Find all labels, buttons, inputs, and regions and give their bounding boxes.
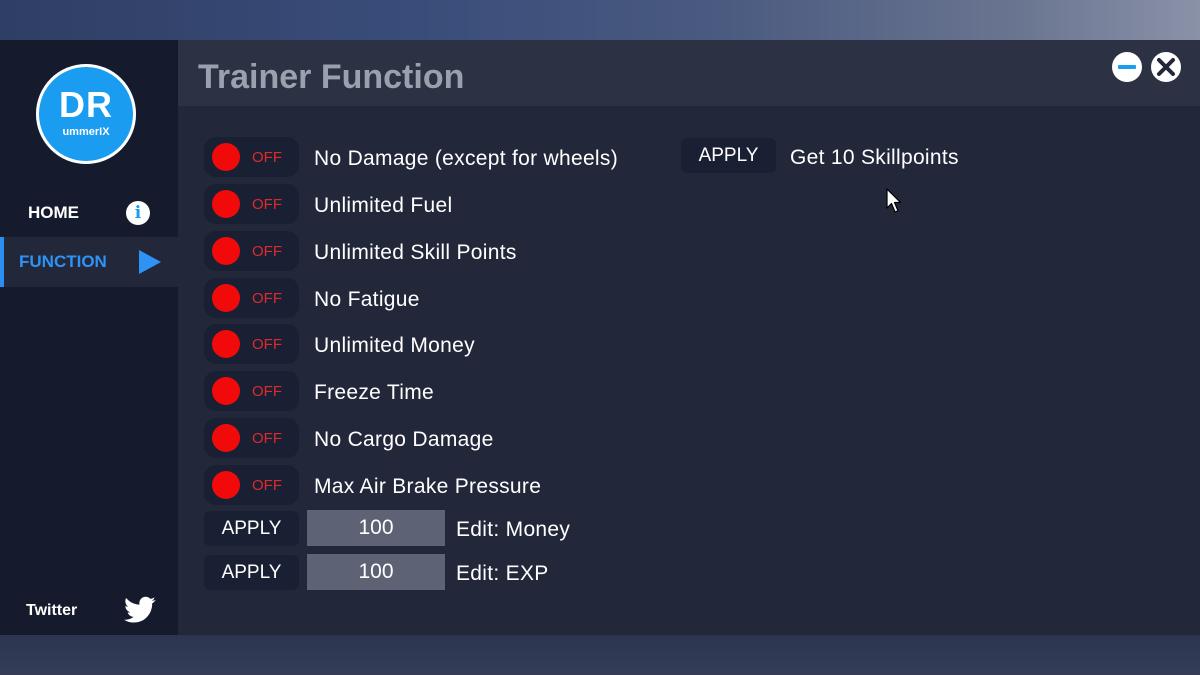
option-label: Unlimited Skill Points [314, 241, 517, 264]
logo-initials: DR [59, 84, 113, 125]
toggle-state: OFF [252, 290, 282, 307]
skillpoints-label: Get 10 Skillpoints [790, 146, 959, 169]
toggle-knob [212, 237, 240, 265]
toggle-no-fatigue[interactable]: OFF [204, 278, 299, 318]
toggle-state: OFF [252, 383, 282, 400]
toggle-state: OFF [252, 336, 282, 353]
option-label: No Fatigue [314, 288, 420, 311]
header: Trainer Function [178, 40, 1200, 106]
toggle-unlimited-money[interactable]: OFF [204, 324, 299, 364]
info-icon: i [126, 201, 150, 225]
toggle-state: OFF [252, 149, 282, 166]
sidebar-item-label: HOME [28, 203, 79, 222]
toggle-knob [212, 424, 240, 452]
option-label: No Cargo Damage [314, 428, 494, 451]
sidebar: DR ummerIX HOME i FUNCTION Twitter [0, 40, 178, 635]
page-title: Trainer Function [198, 58, 465, 96]
toggle-knob [212, 471, 240, 499]
trainer-window: DR ummerIX HOME i FUNCTION Twitter Train… [0, 40, 1200, 635]
toggle-freeze-time[interactable]: OFF [204, 371, 299, 411]
option-label: No Damage (except for wheels) [314, 147, 618, 170]
toggle-state: OFF [252, 430, 282, 447]
logo-subtitle: ummerIX [62, 126, 110, 138]
toggle-knob [212, 377, 240, 405]
money-input[interactable] [307, 510, 445, 546]
toggle-knob [212, 330, 240, 358]
option-label: Max Air Brake Pressure [314, 475, 542, 498]
toggle-state: OFF [252, 243, 282, 260]
twitter-label: Twitter [26, 602, 78, 619]
logo: DR ummerIX [36, 64, 136, 164]
edit-exp-label: Edit: EXP [456, 562, 549, 585]
option-label: Unlimited Money [314, 334, 475, 357]
sidebar-item-label: FUNCTION [19, 252, 107, 271]
option-label: Unlimited Fuel [314, 194, 453, 217]
twitter-icon [124, 596, 156, 623]
close-button[interactable] [1151, 52, 1181, 82]
option-label: Freeze Time [314, 381, 434, 404]
toggle-state: OFF [252, 196, 282, 213]
edit-money-label: Edit: Money [456, 518, 571, 541]
background-top [0, 0, 1200, 40]
toggle-knob [212, 143, 240, 171]
mouse-cursor-icon [886, 188, 902, 213]
twitter-link[interactable]: Twitter [0, 590, 178, 630]
play-icon [139, 250, 161, 274]
minimize-button[interactable] [1112, 52, 1142, 82]
background-bottom [0, 635, 1200, 675]
toggle-knob [212, 190, 240, 218]
apply-skillpoints-button[interactable]: APPLY [681, 138, 776, 173]
sidebar-item-function[interactable]: FUNCTION [0, 237, 178, 287]
toggle-state: OFF [252, 477, 282, 494]
toggle-no-cargo-damage[interactable]: OFF [204, 418, 299, 458]
toggle-no-damage[interactable]: OFF [204, 137, 299, 177]
close-icon [1157, 58, 1175, 76]
apply-money-button[interactable]: APPLY [204, 511, 299, 546]
exp-input[interactable] [307, 554, 445, 590]
toggle-knob [212, 284, 240, 312]
toggle-unlimited-fuel[interactable]: OFF [204, 184, 299, 224]
sidebar-item-home[interactable]: HOME i [0, 188, 178, 238]
toggle-max-air-brake-pressure[interactable]: OFF [204, 465, 299, 505]
apply-exp-button[interactable]: APPLY [204, 555, 299, 590]
toggle-unlimited-skill-points[interactable]: OFF [204, 231, 299, 271]
minimize-icon [1118, 65, 1136, 69]
